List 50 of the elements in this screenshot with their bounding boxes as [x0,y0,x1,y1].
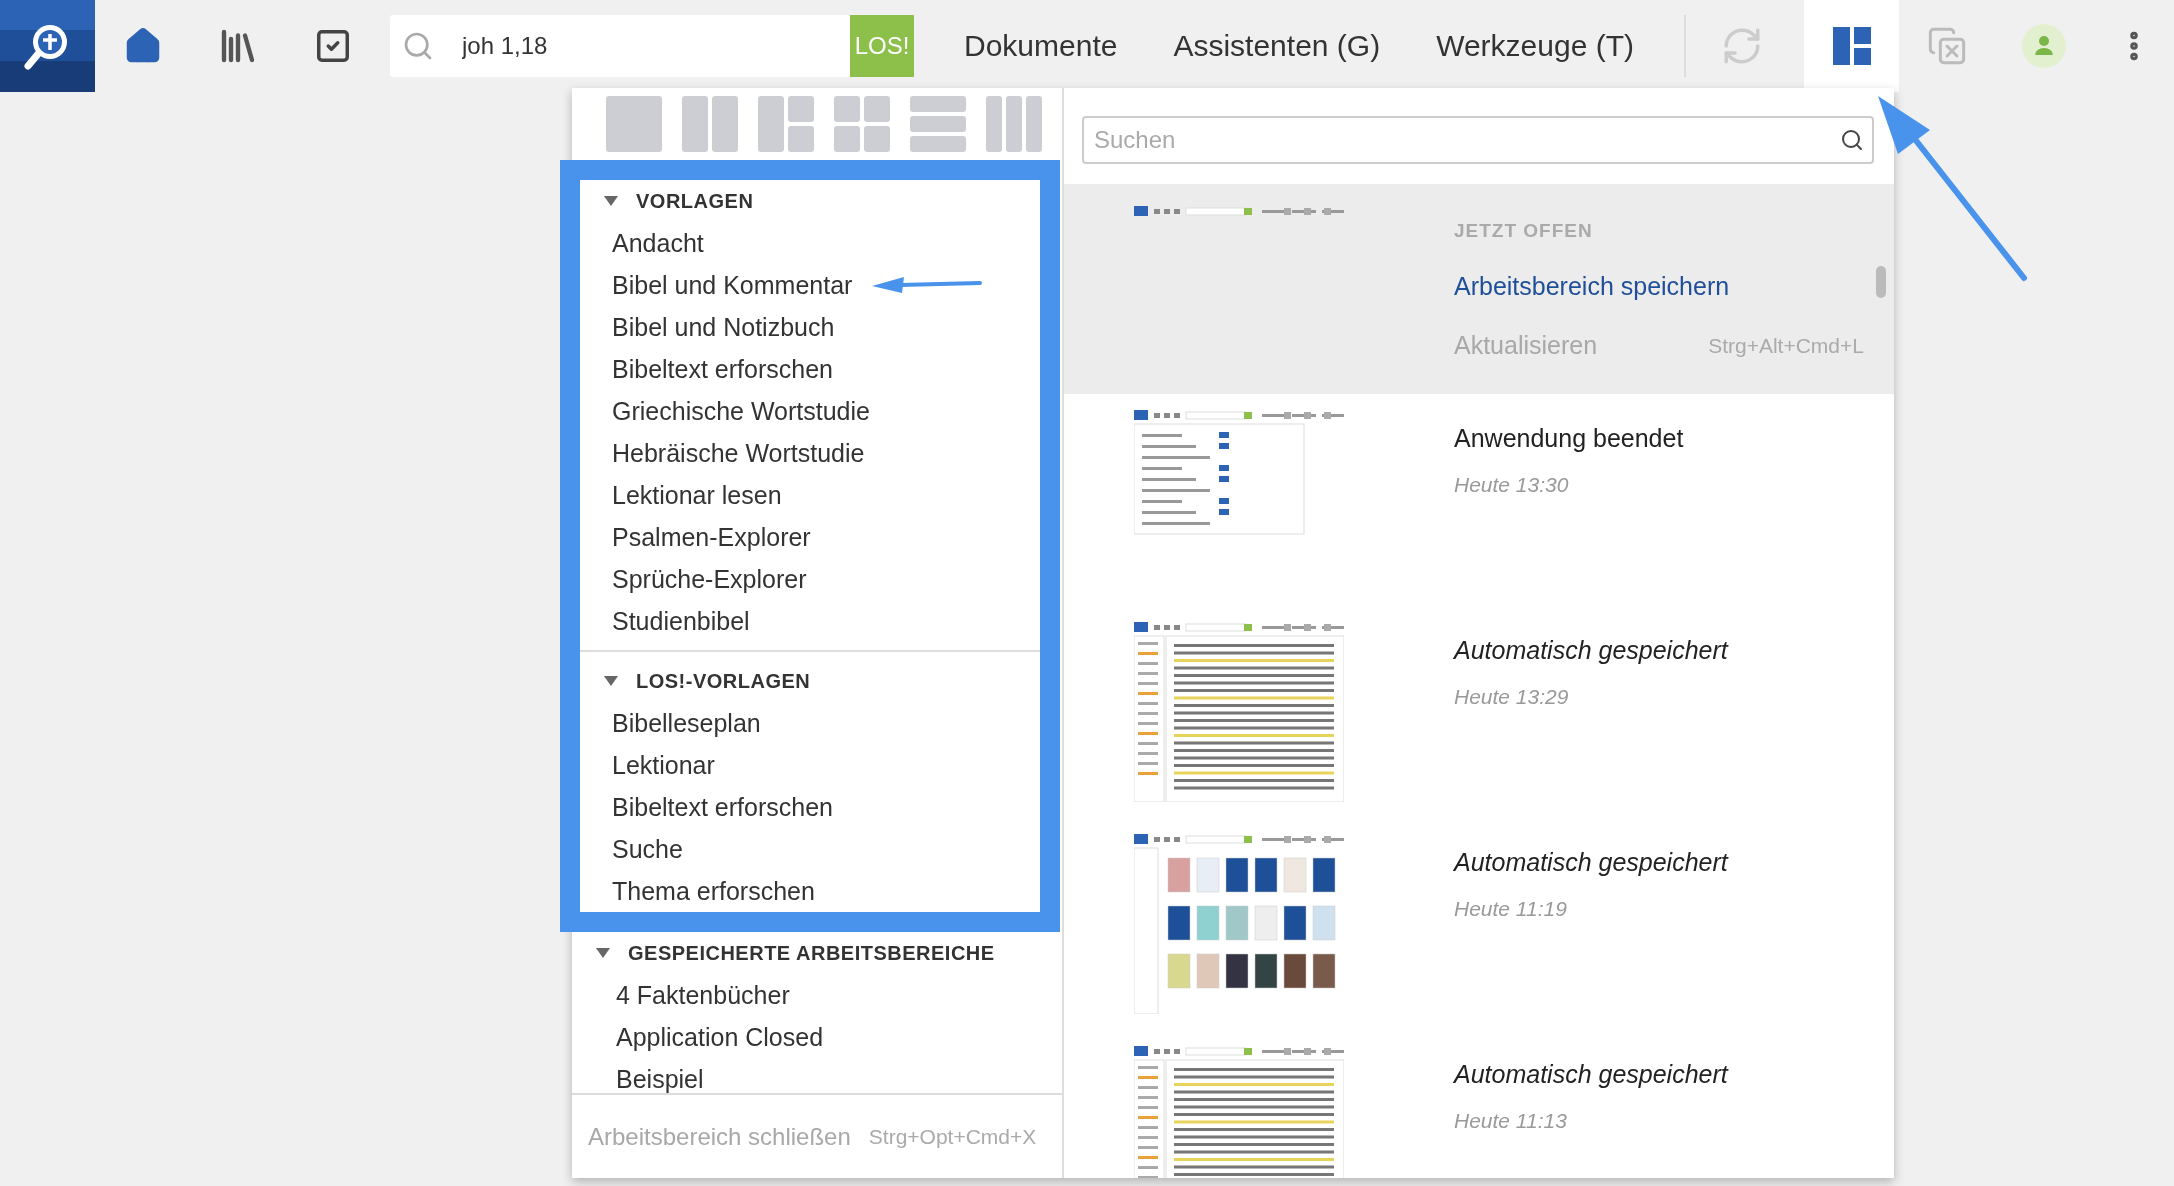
workspace-title[interactable]: Automatisch gespeichert [1454,636,1864,665]
template-item[interactable]: Application Closed [616,1022,824,1052]
template-item[interactable]: 4 Faktenbücher [616,980,790,1010]
workspace-title[interactable]: Automatisch gespeichert [1454,1060,1864,1089]
workspace-title[interactable]: Anwendung beendet [1454,424,1864,453]
workspace-thumbnail[interactable] [1134,206,1344,218]
template-item[interactable]: Bibeltext erforschen [612,354,833,384]
shortcut-label: Strg+Opt+Cmd+X [868,1124,1037,1149]
workspace-time: Heute 13:30 [1454,473,1570,497]
template-item[interactable]: Bibel und Kommentar [612,270,853,300]
template-item[interactable]: Bibel und Notizbuch [612,312,835,342]
app-logo[interactable] [0,0,95,92]
section-header[interactable]: LOS!-VORLAGEN [580,660,811,702]
template-item[interactable]: Griechische Wortstudie [612,396,870,426]
workspace-time: Heute 11:13 [1454,1109,1568,1133]
template-item[interactable]: Beispiel [616,1064,704,1093]
workspace-thumbnail[interactable] [1134,834,1344,1014]
search-field[interactable]: Suchen [1082,116,1874,164]
template-item[interactable]: Hebräische Wortstudie [612,438,865,468]
template-item[interactable]: Suche [612,834,683,864]
triangle-icon[interactable] [604,676,618,686]
menu-item[interactable]: Werkzeuge (T) [1408,29,1662,63]
section-heading: JETZT OFFEN [1454,220,1594,242]
shortcut-label: Strg+Alt+Cmd+L [1708,333,1864,358]
layout-button[interactable] [1804,0,1899,92]
template-item[interactable]: Bibelleseplan [612,708,761,738]
template-item[interactable]: Lektionar [612,750,715,780]
scrollbar-thumb[interactable] [1876,266,1886,298]
template-item[interactable]: Thema erforschen [612,876,815,906]
workspace-title[interactable]: Automatisch gespeichert [1454,848,1864,877]
workspace-action[interactable]: Arbeitsbereich speichern [1454,272,1730,301]
workspace-thumbnail[interactable] [1134,622,1344,802]
template-item[interactable]: Sprüche-Explorer [612,564,807,594]
template-item[interactable]: Andacht [612,228,704,258]
search-field[interactable]: joh 1,18 [390,15,850,77]
workspace-thumbnail[interactable] [1134,1046,1344,1178]
menu-item[interactable]: Assistenten (G) [1145,29,1409,63]
triangle-icon[interactable] [604,196,618,206]
template-item[interactable]: Psalmen-Explorer [612,522,811,552]
section-header[interactable]: VORLAGEN [580,180,754,222]
search-icon [1840,128,1864,152]
section-header[interactable]: GESPEICHERTE ARBEITSBEREICHE [572,932,995,974]
triangle-icon[interactable] [596,948,610,958]
template-item[interactable]: Studienbibel [612,606,750,636]
template-item[interactable]: Bibeltext erforschen [612,792,833,822]
layout-icon [1832,27,1871,65]
workspace-time: Heute 11:19 [1454,897,1568,921]
template-item[interactable]: Lektionar lesen [612,480,782,510]
menu-item[interactable]: Dokumente [936,29,1146,63]
workspace-time: Heute 13:29 [1454,685,1570,709]
